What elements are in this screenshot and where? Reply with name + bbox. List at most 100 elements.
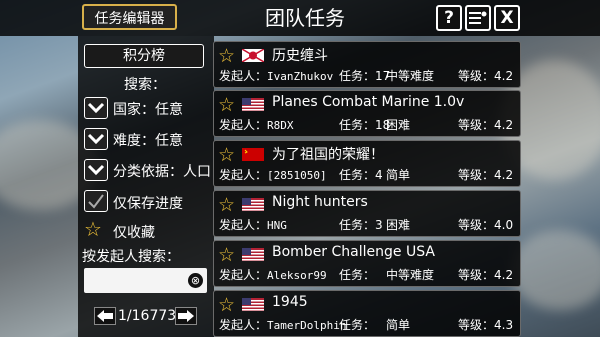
creator-name: TamerDolphin — [267, 319, 347, 332]
favorites-only-label: 仅收藏 — [113, 225, 155, 241]
settings-button[interactable] — [465, 5, 491, 31]
creator-label: 发起人： — [219, 268, 268, 282]
level-label: 等级： — [458, 268, 495, 282]
level-wrap: 等级：4.2 — [458, 166, 513, 183]
difficulty-value: 中等难度 — [386, 268, 435, 282]
country-filter-label[interactable]: 国家：任意 — [113, 99, 183, 119]
level-wrap: 等级：4.0 — [458, 216, 513, 233]
level-wrap: 等级：4.2 — [458, 67, 513, 84]
help-button[interactable]: ? — [436, 5, 462, 31]
tasks-label: 任务： — [339, 118, 376, 132]
mission-card[interactable]: ☆ 历史缠斗 发起人：IvanZhukov 任务：17 中等难度 等级：4.2 — [213, 41, 521, 88]
mission-card[interactable]: ☆ Planes Combat Marine 1.0v 发起人：R8DX 任务：18 困… — [213, 90, 521, 137]
tasks-label: 任务： — [339, 218, 376, 232]
creator-name: HNG — [267, 219, 287, 232]
creator-search-label: 按发起人搜索： — [82, 249, 180, 265]
level-label: 等级： — [458, 69, 495, 83]
favorite-star-icon[interactable]: ☆ — [218, 196, 235, 215]
sort-dropdown-toggle[interactable] — [84, 159, 108, 181]
difficulty-value: 简单 — [386, 168, 411, 182]
tasks-label-wrap: 任务： — [339, 316, 375, 333]
difficulty-value: 困难 — [386, 218, 411, 232]
favorite-star-icon[interactable]: ☆ — [218, 246, 235, 265]
mission-name: Bomber Challenge USA — [272, 244, 435, 260]
mission-card[interactable]: ☆ 为了祖国的荣耀！ 发起人：[2851050] 任务：4 简单 等级：4.2 — [213, 140, 521, 187]
mission-creator-row: 发起人：IvanZhukov — [219, 67, 333, 84]
tasks-label-wrap: 任务： — [339, 266, 375, 283]
creator-label: 发起人： — [219, 318, 268, 332]
tasks-label: 任务： — [339, 318, 376, 332]
mission-name: 为了祖国的荣耀！ — [272, 147, 384, 163]
mission-name: 历史缠斗 — [272, 48, 328, 64]
creator-label: 发起人： — [219, 69, 268, 83]
creator-name: [2851050] — [267, 169, 327, 182]
creator-label: 发起人： — [219, 168, 268, 182]
page-title: 团队任务 — [265, 6, 345, 30]
level-label: 等级： — [458, 318, 495, 332]
mission-name: 1945 — [272, 294, 308, 310]
settings-list-icon — [469, 11, 487, 24]
level-label: 等级： — [458, 118, 495, 132]
sort-filter-label[interactable]: 分类依据：人口 — [113, 161, 211, 181]
tasks-label: 任务： — [339, 268, 376, 282]
tasks-count: 3 — [375, 218, 383, 232]
favorite-star-icon[interactable]: ☆ — [84, 219, 102, 239]
mission-card[interactable]: ☆ Bomber Challenge USA 发起人：Aleksor99 任务： 中等难… — [213, 240, 521, 287]
difficulty-value: 简单 — [386, 318, 411, 332]
country-dropdown-toggle[interactable] — [84, 97, 108, 119]
level-wrap: 等级：4.2 — [458, 116, 513, 133]
level-value: 4.2 — [494, 69, 514, 83]
level-value: 4.2 — [494, 118, 514, 132]
leaderboard-button[interactable]: 积分榜 — [84, 44, 204, 68]
mission-card[interactable]: ☆ Night hunters 发起人：HNG 任务：3 困难 等级：4.0 — [213, 190, 521, 237]
mission-editor-button[interactable]: 任务编辑器 — [82, 4, 177, 30]
level-value: 4.3 — [494, 318, 514, 332]
difficulty-value: 困难 — [386, 118, 411, 132]
clear-icon[interactable]: ⊗ — [188, 273, 203, 288]
japan-flag-icon — [242, 49, 264, 62]
usa-flag-icon — [242, 98, 264, 111]
creator-name: IvanZhukov — [267, 70, 334, 83]
mission-creator-row: 发起人：TamerDolphin — [219, 316, 347, 333]
close-button[interactable]: X — [494, 5, 520, 31]
difficulty-dropdown-toggle[interactable] — [84, 128, 108, 150]
mission-creator-row: 发起人：Aleksor99 — [219, 266, 327, 283]
favorite-star-icon[interactable]: ☆ — [218, 146, 235, 165]
level-label: 等级： — [458, 218, 495, 232]
mission-card[interactable]: ☆ 1945 发起人：TamerDolphin 任务： 简单 等级：4.3 — [213, 290, 521, 337]
difficulty-wrap: 中等难度 — [386, 266, 434, 283]
difficulty-wrap: 简单 — [386, 166, 410, 183]
favorite-star-icon[interactable]: ☆ — [218, 96, 235, 115]
checkmark-icon — [88, 194, 104, 209]
search-heading: 搜索： — [124, 77, 166, 93]
chevron-down-icon — [87, 164, 105, 176]
tasks-label-wrap: 任务：3 — [339, 216, 383, 233]
creator-name: R8DX — [267, 119, 294, 132]
favorite-star-icon[interactable]: ☆ — [218, 47, 235, 66]
level-value: 4.2 — [494, 268, 514, 282]
page-indicator: 1/16773 — [118, 308, 177, 324]
tasks-count: 4 — [375, 168, 383, 182]
saved-only-checkbox[interactable] — [84, 190, 108, 212]
creator-name: Aleksor99 — [267, 269, 327, 282]
usa-flag-icon — [242, 248, 264, 261]
favorite-star-icon[interactable]: ☆ — [218, 296, 235, 315]
level-label: 等级： — [458, 168, 495, 182]
tasks-label: 任务： — [339, 69, 376, 83]
chevron-down-icon — [87, 133, 105, 145]
level-wrap: 等级：4.2 — [458, 266, 513, 283]
level-wrap: 等级：4.3 — [458, 316, 513, 333]
mission-creator-row: 发起人：[2851050] — [219, 166, 327, 183]
tasks-label-wrap: 任务：17 — [339, 67, 390, 84]
mission-creator-row: 发起人：HNG — [219, 216, 287, 233]
difficulty-filter-label[interactable]: 难度：任意 — [113, 130, 183, 150]
next-page-button[interactable] — [175, 307, 197, 325]
chevron-down-icon — [87, 102, 105, 114]
creator-label: 发起人： — [219, 118, 268, 132]
arrow-left-icon — [97, 310, 113, 322]
prev-page-button[interactable] — [94, 307, 116, 325]
creator-search-input[interactable]: ⊗ — [84, 268, 207, 293]
level-value: 4.2 — [494, 168, 514, 182]
difficulty-wrap: 困难 — [386, 116, 410, 133]
mission-name: Night hunters — [272, 194, 368, 210]
